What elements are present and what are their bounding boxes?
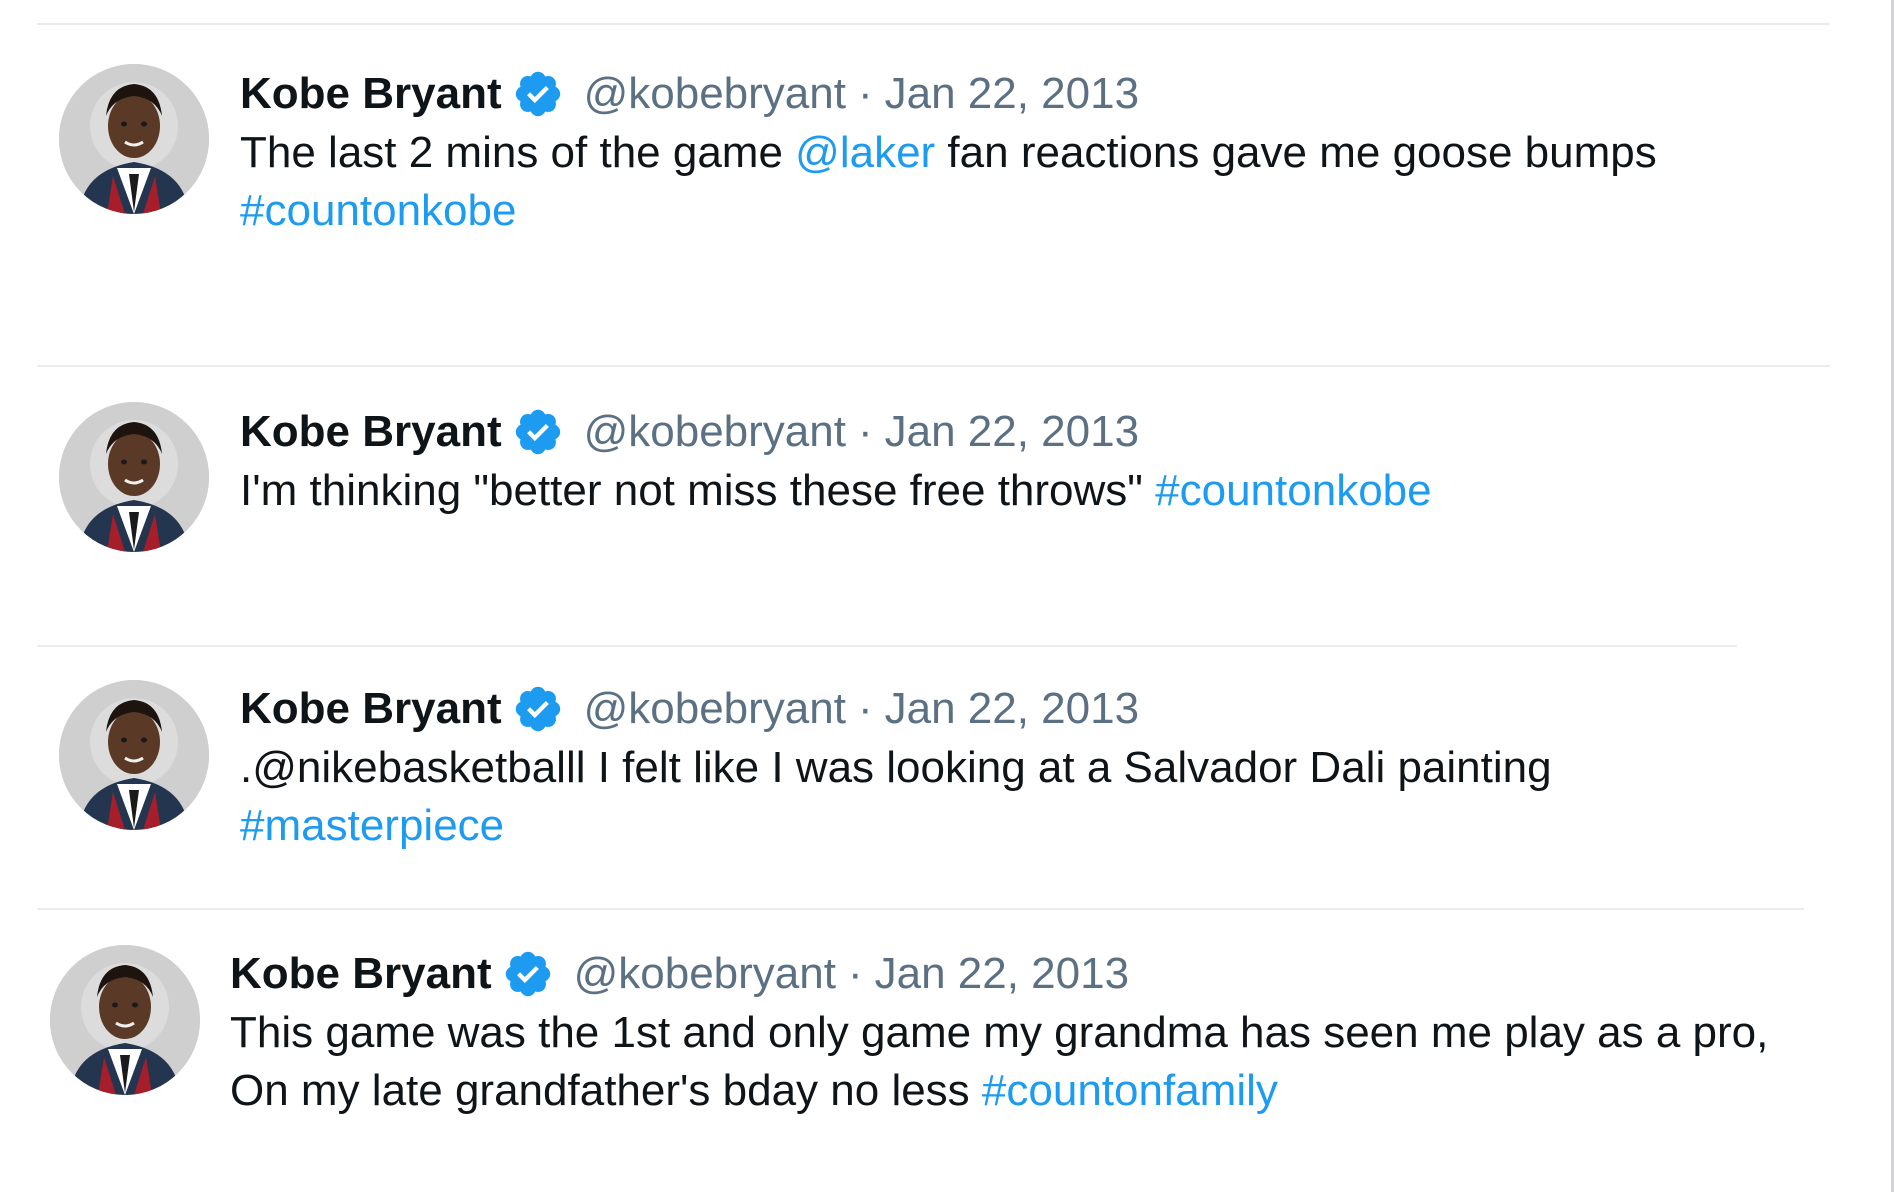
tweet-divider — [37, 645, 1737, 647]
tweet-text-segment: I'm thinking "better not miss these free… — [240, 466, 1156, 515]
hashtag-link[interactable]: #masterpiece — [240, 801, 504, 850]
tweet-text-segment: fan reactions gave me goose bumps — [935, 128, 1657, 177]
author-name[interactable]: Kobe Bryant — [240, 66, 502, 122]
verified-badge-icon — [512, 683, 564, 735]
tweet-text: This game was the 1st and only game my g… — [230, 1004, 1800, 1120]
verified-badge-icon — [502, 948, 554, 1000]
tweet-text: I'm thinking "better not miss these free… — [240, 462, 1800, 520]
header-separator: · — [857, 69, 873, 118]
tweet-header: Kobe Bryant @kobebryant · Jan 22, 2013 — [240, 404, 1800, 460]
tweet-divider — [37, 908, 1804, 910]
author-name[interactable]: Kobe Bryant — [240, 681, 502, 737]
avatar-portrait-icon — [50, 945, 200, 1095]
avatar-portrait-icon — [59, 402, 209, 552]
profile-avatar[interactable] — [59, 402, 209, 552]
tweet-divider — [37, 23, 1830, 25]
verified-badge-icon — [512, 68, 564, 120]
author-handle[interactable]: @kobebryant — [584, 404, 846, 460]
hashtag-link[interactable]: #countonfamily — [982, 1066, 1278, 1115]
tweet-date[interactable]: Jan 22, 2013 — [885, 404, 1139, 460]
tweet-text: .@nikebasketballl I felt like I was look… — [240, 739, 1800, 855]
mention-link[interactable]: @laker — [795, 128, 935, 177]
hashtag-link[interactable]: #countonkobe — [240, 186, 516, 235]
author-handle[interactable]: @kobebryant — [584, 66, 846, 122]
tweet-date[interactable]: Jan 22, 2013 — [875, 946, 1129, 1002]
profile-avatar[interactable] — [59, 680, 209, 830]
tweet-date[interactable]: Jan 22, 2013 — [885, 66, 1139, 122]
hashtag-link[interactable]: #countonkobe — [1155, 466, 1431, 515]
header-separator: · — [857, 407, 873, 456]
author-name[interactable]: Kobe Bryant — [230, 946, 492, 1002]
verified-badge-icon — [512, 406, 564, 458]
avatar-portrait-icon — [59, 64, 209, 214]
header-separator: · — [857, 684, 873, 733]
author-handle[interactable]: @kobebryant — [584, 681, 846, 737]
avatar-portrait-icon — [59, 680, 209, 830]
tweet-header: Kobe Bryant @kobebryant · Jan 22, 2013 — [230, 946, 1800, 1002]
tweet-divider — [37, 365, 1830, 367]
header-separator: · — [847, 949, 863, 998]
profile-avatar[interactable] — [59, 64, 209, 214]
profile-avatar[interactable] — [50, 945, 200, 1095]
author-handle[interactable]: @kobebryant — [574, 946, 836, 1002]
tweet-header: Kobe Bryant @kobebryant · Jan 22, 2013 — [240, 681, 1800, 737]
tweet-text-segment: .@nikebasketballl I felt like I was look… — [240, 743, 1552, 792]
author-name[interactable]: Kobe Bryant — [240, 404, 502, 460]
tweet-text-segment: The last 2 mins of the game — [240, 128, 796, 177]
tweet-date[interactable]: Jan 22, 2013 — [885, 681, 1139, 737]
tweet-text: The last 2 mins of the game @laker fan r… — [240, 124, 1800, 240]
tweet-header: Kobe Bryant @kobebryant · Jan 22, 2013 — [240, 66, 1800, 122]
